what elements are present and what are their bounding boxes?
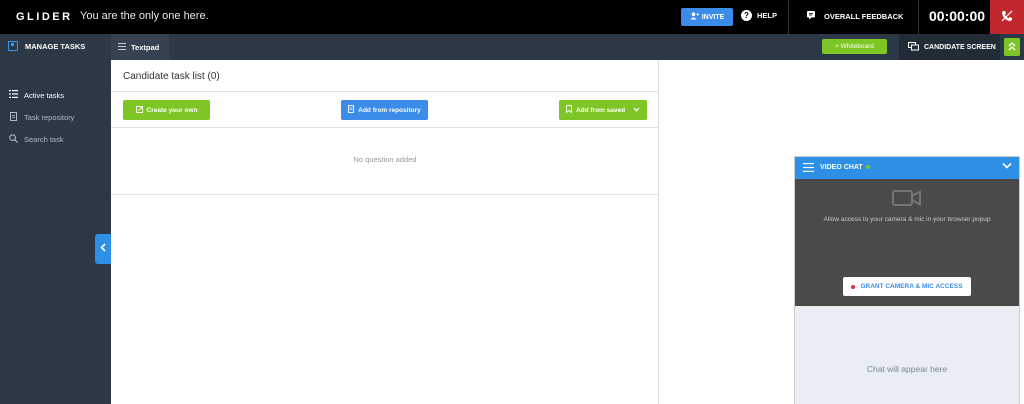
tasks-icon: [8, 41, 18, 51]
presence-status: You are the only one here.: [80, 10, 209, 22]
manage-tasks-label: MANAGE TASKS: [25, 41, 86, 51]
add-from-repository-button[interactable]: Add from repository: [341, 100, 428, 120]
help-button[interactable]: ? HELP: [741, 10, 777, 21]
permission-instructions: Allow access to your camera & mic in you…: [823, 216, 991, 223]
invite-label: INVITE: [701, 13, 725, 21]
chevron-down-icon: [633, 107, 640, 114]
create-your-own-button[interactable]: Create your own: [123, 100, 210, 120]
sidebar-item-label: Task repository: [24, 113, 75, 122]
list-icon: [9, 90, 18, 100]
video-camera-icon: [892, 188, 922, 208]
video-chat-panel: VIDEO CHAT Allow access to your camera &…: [794, 156, 1020, 404]
search-icon: [9, 134, 18, 145]
expand-up-button[interactable]: [1004, 38, 1020, 56]
app-logo: GLIDER: [16, 11, 73, 23]
sidebar: Active tasks Task repository Search task: [0, 60, 111, 404]
divider: [788, 0, 789, 34]
video-chat-title-text: VIDEO CHAT: [820, 164, 863, 171]
chevron-down-icon[interactable]: [1002, 161, 1012, 172]
online-status-dot: [865, 165, 870, 170]
sidebar-item-label: Search task: [24, 135, 64, 144]
video-chat-header[interactable]: VIDEO CHAT: [795, 157, 1019, 179]
collapse-sidebar-button[interactable]: [95, 234, 111, 264]
tab-textpad[interactable]: Textpad: [111, 34, 169, 60]
textpad-label: Textpad: [131, 42, 160, 52]
session-timer: 00:00:00: [929, 8, 986, 24]
divider: [111, 91, 659, 92]
create-your-own-label: Create your own: [146, 106, 198, 114]
overall-feedback-button[interactable]: OVERALL FEEDBACK: [806, 10, 903, 22]
video-area: Allow access to your camera & mic in you…: [795, 179, 1019, 306]
divider: [111, 127, 659, 128]
divider: [918, 0, 919, 34]
grant-camera-mic-button[interactable]: GRANT CAMERA & MIC ACCESS: [843, 277, 971, 296]
double-chevron-up-icon: [1008, 41, 1016, 53]
document-icon: [348, 105, 355, 115]
phone-hangup-icon: [1001, 10, 1013, 25]
record-dot-icon: [851, 284, 856, 289]
chat-area: Chat will appear here: [795, 306, 1019, 404]
add-from-saved-label: Add from saved: [575, 106, 626, 114]
help-label: HELP: [757, 11, 778, 20]
panel-title: Candidate task list (0): [123, 71, 220, 82]
sidebar-item-search-task[interactable]: Search task: [9, 134, 64, 145]
empty-state-message: No question added: [353, 155, 417, 164]
sidebar-item-active-tasks[interactable]: Active tasks: [9, 90, 64, 100]
candidate-task-panel: Candidate task list (0) Create your own …: [111, 60, 659, 404]
invite-button[interactable]: INVITE: [681, 8, 733, 26]
add-from-repository-label: Add from repository: [358, 106, 421, 114]
help-icon: ?: [741, 10, 752, 21]
grant-label: GRANT CAMERA & MIC ACCESS: [860, 283, 963, 290]
chat-placeholder: Chat will appear here: [866, 364, 948, 374]
feedback-label: OVERALL FEEDBACK: [824, 11, 904, 21]
sidebar-item-label: Active tasks: [24, 90, 65, 100]
candidate-screen-button[interactable]: CANDIDATE SCREEN: [899, 34, 1000, 60]
screens-icon: [908, 41, 919, 53]
end-call-button[interactable]: [990, 0, 1024, 34]
menu-lines-icon: [118, 42, 126, 52]
bookmark-icon: [565, 105, 572, 115]
divider: [111, 194, 659, 195]
chevron-left-icon: [100, 243, 106, 255]
secondary-toolbar: MANAGE TASKS Textpad + Whiteboard CANDID…: [0, 34, 1024, 60]
menu-icon[interactable]: [803, 163, 814, 175]
video-chat-title: VIDEO CHAT: [820, 164, 870, 171]
feedback-icon: [806, 10, 816, 22]
manage-tasks-header[interactable]: MANAGE TASKS: [8, 41, 85, 51]
add-from-saved-button[interactable]: Add from saved: [559, 100, 647, 120]
candidate-screen-label: CANDIDATE SCREEN: [924, 43, 996, 51]
edit-icon: [135, 105, 143, 115]
whiteboard-button[interactable]: + Whiteboard: [822, 39, 887, 54]
document-icon: [9, 112, 18, 123]
top-bar: GLIDER You are the only one here. INVITE…: [0, 0, 1024, 34]
sidebar-item-task-repository[interactable]: Task repository: [9, 112, 74, 123]
add-user-icon: [690, 12, 699, 22]
